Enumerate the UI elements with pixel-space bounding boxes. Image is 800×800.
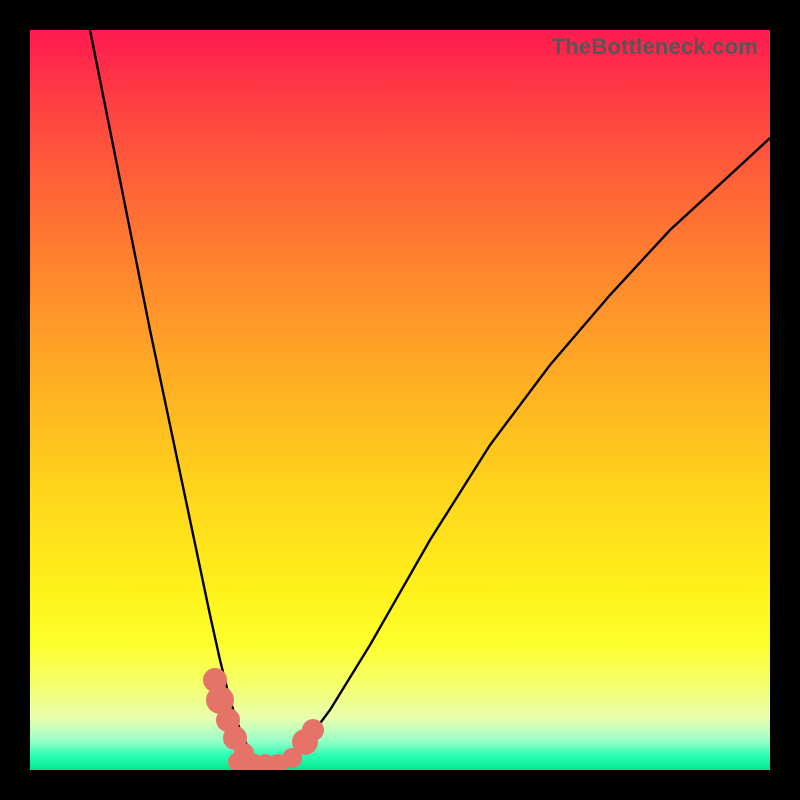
plot-area: TheBottleneck.com — [30, 30, 770, 770]
data-markers — [203, 668, 324, 770]
curve-line — [90, 30, 770, 765]
chart-frame: TheBottleneck.com — [0, 0, 800, 800]
data-marker — [302, 719, 324, 741]
bottleneck-curve — [30, 30, 770, 770]
